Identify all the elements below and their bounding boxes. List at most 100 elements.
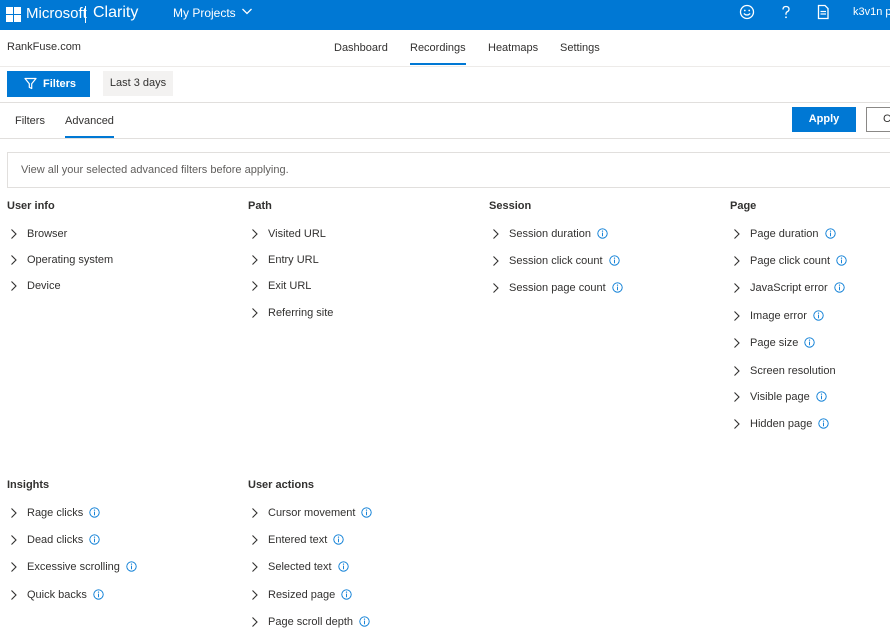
info-icon[interactable]: [813, 310, 824, 321]
cancel-button[interactable]: C: [866, 107, 890, 132]
info-tooltip-trigger[interactable]: [812, 417, 829, 431]
filter-item[interactable]: Cursor movement: [248, 506, 468, 520]
filter-item[interactable]: Image error: [730, 309, 890, 323]
filter-item[interactable]: JavaScript error: [730, 281, 890, 295]
apply-button[interactable]: Apply: [792, 107, 856, 132]
info-tooltip-trigger[interactable]: [828, 281, 845, 295]
chevron-right-icon[interactable]: [250, 228, 259, 240]
info-icon[interactable]: [836, 255, 847, 266]
info-tooltip-trigger[interactable]: [810, 390, 827, 404]
info-tooltip-trigger[interactable]: [120, 560, 137, 574]
chevron-right-icon[interactable]: [732, 391, 741, 403]
filter-item[interactable]: Session click count: [489, 254, 709, 268]
info-icon[interactable]: [609, 255, 620, 266]
info-icon[interactable]: [816, 391, 827, 402]
filter-item[interactable]: Dead clicks: [7, 533, 227, 547]
filter-item[interactable]: Rage clicks: [7, 506, 227, 520]
chevron-right-icon[interactable]: [9, 280, 18, 292]
info-icon[interactable]: [89, 534, 100, 545]
chevron-right-icon[interactable]: [250, 507, 259, 519]
info-tooltip-trigger[interactable]: [83, 533, 100, 547]
help-icon[interactable]: [777, 3, 795, 21]
filter-item[interactable]: Device: [7, 279, 227, 293]
filter-item[interactable]: Session page count: [489, 281, 709, 295]
filter-item[interactable]: Browser: [7, 227, 227, 241]
info-tooltip-trigger[interactable]: [87, 588, 104, 602]
chevron-right-icon[interactable]: [491, 255, 500, 267]
chevron-right-icon[interactable]: [732, 255, 741, 267]
filter-item[interactable]: Visible page: [730, 390, 890, 404]
smiley-icon[interactable]: [738, 3, 756, 21]
chevron-right-icon[interactable]: [9, 561, 18, 573]
date-range-chip[interactable]: Last 3 days: [103, 71, 173, 96]
product-name[interactable]: Clarity: [93, 3, 138, 23]
subtab-filters[interactable]: Filters: [15, 115, 45, 128]
filter-item[interactable]: Page duration: [730, 227, 890, 241]
filter-item[interactable]: Excessive scrolling: [7, 560, 227, 574]
info-tooltip-trigger[interactable]: [332, 560, 349, 574]
filter-item[interactable]: Selected text: [248, 560, 468, 574]
chevron-right-icon[interactable]: [732, 365, 741, 377]
filter-item[interactable]: Hidden page: [730, 417, 890, 431]
chevron-right-icon[interactable]: [9, 254, 18, 266]
chevron-down-icon[interactable]: [241, 5, 253, 17]
info-tooltip-trigger[interactable]: [603, 254, 620, 268]
chevron-right-icon[interactable]: [9, 228, 18, 240]
filters-button[interactable]: Filters: [7, 71, 90, 97]
chevron-right-icon[interactable]: [732, 310, 741, 322]
chevron-right-icon[interactable]: [491, 282, 500, 294]
subtab-advanced[interactable]: Advanced: [65, 115, 114, 138]
info-icon[interactable]: [804, 337, 815, 348]
info-tooltip-trigger[interactable]: [355, 506, 372, 520]
info-icon[interactable]: [361, 507, 372, 518]
document-icon[interactable]: [814, 3, 832, 21]
info-icon[interactable]: [597, 228, 608, 239]
tab-dashboard[interactable]: Dashboard: [334, 41, 388, 55]
info-icon[interactable]: [825, 228, 836, 239]
tab-settings[interactable]: Settings: [560, 41, 600, 55]
my-projects-menu[interactable]: My Projects: [173, 6, 236, 20]
chevron-right-icon[interactable]: [250, 534, 259, 546]
filter-item[interactable]: Resized page: [248, 588, 468, 602]
info-icon[interactable]: [359, 616, 370, 627]
chevron-right-icon[interactable]: [9, 507, 18, 519]
user-name[interactable]: k3v1n p: [853, 6, 890, 18]
chevron-right-icon[interactable]: [9, 534, 18, 546]
chevron-right-icon[interactable]: [250, 589, 259, 601]
filter-item[interactable]: Page scroll depth: [248, 615, 468, 629]
chevron-right-icon[interactable]: [732, 282, 741, 294]
info-tooltip-trigger[interactable]: [353, 615, 370, 629]
filter-item[interactable]: Page size: [730, 336, 890, 350]
chevron-right-icon[interactable]: [250, 561, 259, 573]
info-tooltip-trigger[interactable]: [819, 227, 836, 241]
info-icon[interactable]: [341, 589, 352, 600]
filter-item[interactable]: Operating system: [7, 253, 227, 267]
filter-item[interactable]: Visited URL: [248, 227, 468, 241]
filter-item[interactable]: Exit URL: [248, 279, 468, 293]
filter-item[interactable]: Quick backs: [7, 588, 227, 602]
info-tooltip-trigger[interactable]: [606, 281, 623, 295]
chevron-right-icon[interactable]: [9, 589, 18, 601]
filter-item[interactable]: Screen resolution: [730, 364, 890, 378]
info-tooltip-trigger[interactable]: [335, 588, 352, 602]
chevron-right-icon[interactable]: [250, 280, 259, 292]
filter-item[interactable]: Entry URL: [248, 253, 468, 267]
info-tooltip-trigger[interactable]: [798, 336, 815, 350]
info-tooltip-trigger[interactable]: [591, 227, 608, 241]
info-tooltip-trigger[interactable]: [83, 506, 100, 520]
chevron-right-icon[interactable]: [250, 254, 259, 266]
tab-heatmaps[interactable]: Heatmaps: [488, 41, 538, 55]
filter-item[interactable]: Page click count: [730, 254, 890, 268]
filter-item[interactable]: Entered text: [248, 533, 468, 547]
chevron-right-icon[interactable]: [250, 616, 259, 628]
chevron-right-icon[interactable]: [732, 337, 741, 349]
info-icon[interactable]: [89, 507, 100, 518]
tab-recordings[interactable]: Recordings: [410, 41, 466, 65]
info-icon[interactable]: [612, 282, 623, 293]
chevron-right-icon[interactable]: [732, 228, 741, 240]
chevron-right-icon[interactable]: [491, 228, 500, 240]
info-icon[interactable]: [818, 418, 829, 429]
info-tooltip-trigger[interactable]: [807, 309, 824, 323]
info-tooltip-trigger[interactable]: [830, 254, 847, 268]
chevron-right-icon[interactable]: [732, 418, 741, 430]
